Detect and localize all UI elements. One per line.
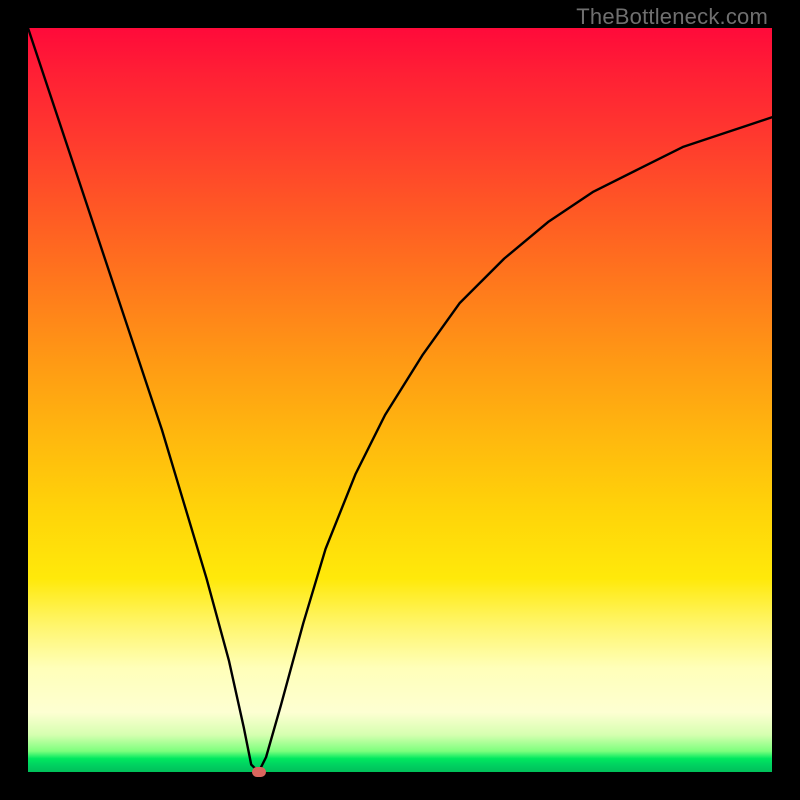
minimum-marker — [252, 767, 266, 777]
plot-frame — [28, 28, 772, 772]
watermark-text: TheBottleneck.com — [576, 4, 768, 30]
bottleneck-curve — [28, 28, 772, 772]
